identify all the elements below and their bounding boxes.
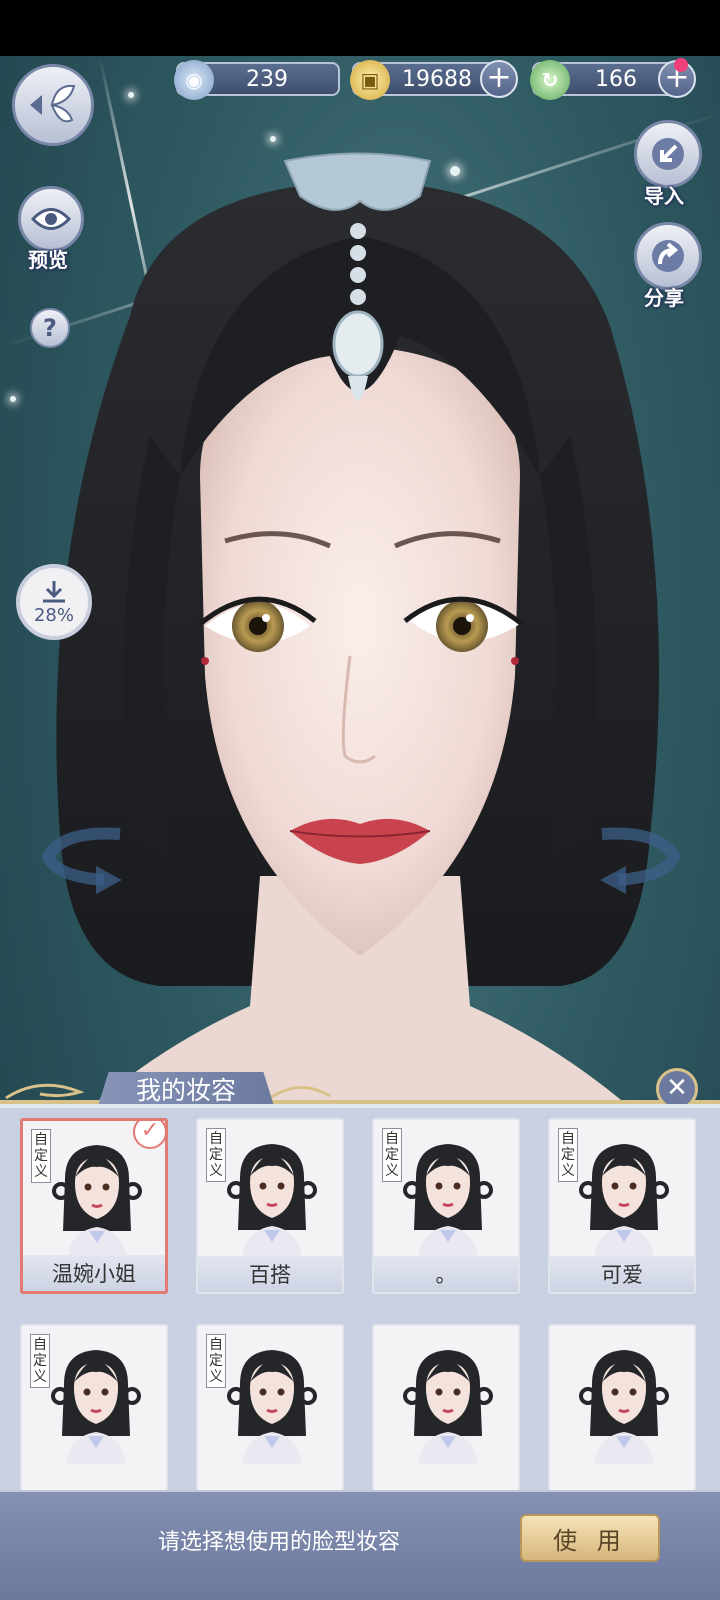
back-butterfly-icon xyxy=(30,84,76,123)
avatar-thumbnail xyxy=(227,1350,317,1464)
makeup-card[interactable]: 自定义 。 xyxy=(372,1118,520,1294)
makeup-panel: 自定义 温婉小姐 ✓ 自定义 百搭 自定义 。自定义 可爱 自定义 自定义 xyxy=(0,1104,720,1490)
download-icon xyxy=(43,580,65,602)
makeup-card-name: 温婉小姐 xyxy=(23,1255,165,1291)
download-progress[interactable]: 28% xyxy=(16,564,92,640)
help-icon: ? xyxy=(43,314,57,342)
custom-tag: 自定义 xyxy=(31,1129,51,1183)
makeup-card-name: 可爱 xyxy=(550,1256,694,1292)
makeup-card[interactable]: 自定义 百搭 xyxy=(196,1118,344,1294)
import-icon xyxy=(652,138,684,170)
avatar-thumbnail xyxy=(403,1144,493,1258)
add-coin-button[interactable]: + xyxy=(480,60,518,98)
back-button[interactable] xyxy=(12,64,94,146)
currency-energy: ↻ 166 + xyxy=(530,58,696,100)
currency-jade: ◉ 239 xyxy=(174,60,340,100)
jade-icon: ◉ xyxy=(174,60,214,100)
makeup-card[interactable]: 自定义 可爱 xyxy=(548,1118,696,1294)
download-percent: 28% xyxy=(33,604,74,626)
preview-button[interactable] xyxy=(18,186,84,252)
avatar-thumbnail xyxy=(579,1144,669,1258)
coin-icon: ▣ xyxy=(350,60,390,100)
makeup-card[interactable]: 自定义 温婉小姐 ✓ xyxy=(20,1118,168,1294)
avatar-thumbnail xyxy=(51,1350,141,1464)
makeup-card[interactable] xyxy=(548,1324,696,1490)
use-button[interactable]: 使 用 xyxy=(520,1514,660,1562)
footer-hint: 请选择想使用的脸型妆容 xyxy=(158,1530,401,1555)
preview-label: 预览 xyxy=(28,248,68,272)
avatar-thumbnail xyxy=(579,1350,669,1464)
import-button[interactable] xyxy=(634,120,702,188)
eye-icon xyxy=(31,208,71,230)
energy-icon: ↻ xyxy=(530,60,570,100)
rotate-right-icon[interactable] xyxy=(592,820,688,900)
check-icon: ✓ xyxy=(133,1121,165,1149)
rotate-left-icon[interactable] xyxy=(34,820,130,900)
makeup-card-name: 百搭 xyxy=(198,1256,342,1292)
avatar-thumbnail xyxy=(227,1144,317,1258)
share-label: 分享 xyxy=(644,286,684,310)
currency-coin: ▣ 19688 + xyxy=(350,60,518,100)
plus-icon: + xyxy=(486,60,512,95)
share-button[interactable] xyxy=(634,222,702,290)
makeup-card[interactable] xyxy=(372,1324,520,1490)
help-button[interactable]: ? xyxy=(30,308,70,348)
custom-tag: 自定义 xyxy=(558,1128,578,1182)
custom-tag: 自定义 xyxy=(30,1334,50,1388)
makeup-card[interactable]: 自定义 xyxy=(196,1324,344,1490)
character-portrait xyxy=(56,152,659,1116)
makeup-grid: 自定义 温婉小姐 ✓ 自定义 百搭 自定义 。自定义 可爱 自定义 自定义 xyxy=(20,1118,696,1490)
notification-dot xyxy=(674,58,688,72)
makeup-card[interactable]: 自定义 xyxy=(20,1324,168,1490)
custom-tag: 自定义 xyxy=(206,1128,226,1182)
share-icon xyxy=(652,240,684,272)
avatar-thumbnail xyxy=(52,1145,142,1259)
makeup-card-name: 。 xyxy=(374,1256,518,1292)
close-icon: ✕ xyxy=(666,1073,688,1103)
avatar-thumbnail xyxy=(403,1350,493,1464)
custom-tag: 自定义 xyxy=(382,1128,402,1182)
import-label: 导入 xyxy=(644,184,684,208)
custom-tag: 自定义 xyxy=(206,1334,226,1388)
panel-title: 我的妆容 xyxy=(98,1072,274,1106)
